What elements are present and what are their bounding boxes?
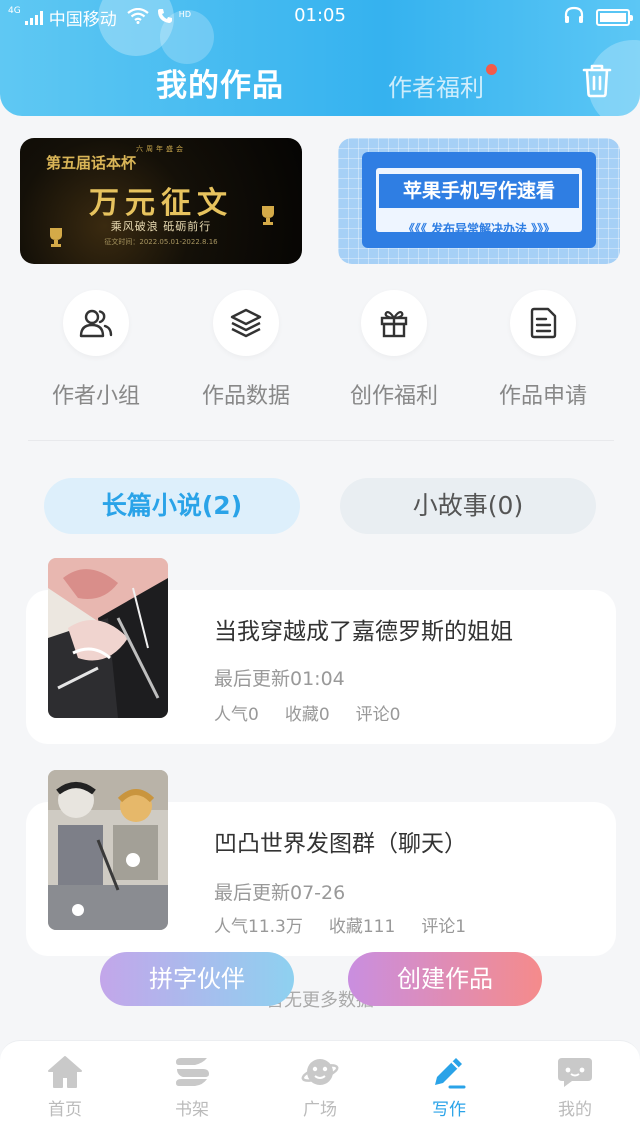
bookshelf-icon	[176, 1058, 209, 1086]
tab-novel[interactable]: 长篇小说(2)	[44, 478, 300, 534]
tab-mine[interactable]: 我的	[525, 1055, 625, 1120]
status-time: 01:05	[294, 5, 346, 26]
work-favorites: 收藏111	[328, 917, 396, 937]
quick-work-data[interactable]: 作品数据	[196, 290, 296, 410]
contest-banner[interactable]: 六周年盛会 第五届话本杯 万元征文 乘风破浪 砥砺前行 征文时间：2022.05…	[20, 138, 302, 264]
quick-label: 创作福利	[349, 384, 438, 409]
quick-label: 作品申请	[498, 384, 587, 409]
header: 4G 中国移动 HD 01:05 我的作品 作者福利	[0, 0, 640, 116]
document-icon	[530, 307, 557, 339]
quick-creation-welfare[interactable]: 创作福利	[344, 290, 444, 410]
banner-heading: 第五届话本杯	[46, 154, 137, 172]
work-stats: 人气0 收藏0 评论0	[214, 700, 426, 725]
home-icon	[48, 1056, 82, 1088]
work-comments: 评论0	[355, 705, 401, 725]
tab-bookshelf[interactable]: 书架	[142, 1055, 242, 1120]
planet-icon	[301, 1059, 339, 1085]
work-cover[interactable]	[48, 770, 168, 930]
battery-icon	[596, 9, 633, 26]
tab-label: 书架	[175, 1100, 209, 1120]
page-title: 我的作品	[156, 68, 284, 104]
pen-icon	[435, 1058, 466, 1089]
quick-author-group[interactable]: 作者小组	[46, 290, 146, 410]
tab-label: 广场	[303, 1100, 337, 1120]
tab-short-story[interactable]: 小故事(0)	[340, 478, 596, 534]
trash-icon[interactable]	[580, 62, 614, 98]
bottom-tab-bar: 首页 书架 广场 写作 我的	[0, 1040, 640, 1138]
status-bar: 4G 中国移动 HD 01:05	[0, 0, 640, 34]
work-updated: 最后更新01:04	[214, 668, 345, 690]
work-cover[interactable]	[48, 558, 168, 718]
work-title: 凹凸世界发图群（聊天）	[214, 831, 467, 857]
work-title: 当我穿越成了嘉德罗斯的姐姐	[214, 619, 513, 645]
people-icon	[79, 309, 113, 338]
divider	[28, 440, 614, 441]
tab-label: 首页	[48, 1100, 82, 1120]
tab-home[interactable]: 首页	[15, 1055, 115, 1120]
gift-icon	[380, 311, 408, 338]
partner-button[interactable]: 拼字伙伴	[100, 952, 294, 1006]
work-stats: 人气11.3万 收藏111 评论1	[214, 912, 492, 937]
quick-label: 作品数据	[201, 384, 290, 409]
tab-author-welfare[interactable]: 作者福利	[388, 68, 484, 103]
trophy-icon	[50, 228, 62, 247]
trophy-icon	[262, 206, 274, 225]
work-updated: 最后更新07-26	[214, 882, 346, 904]
tab-label: 写作	[432, 1100, 466, 1120]
no-more-data: 暂无更多数据	[266, 990, 374, 1011]
guide-banner-title: 苹果手机写作速看	[379, 174, 579, 208]
headset-icon	[564, 6, 584, 29]
tab-label: 我的	[558, 1100, 592, 1120]
work-popularity: 人气11.3万	[214, 917, 303, 937]
notification-dot	[486, 64, 497, 75]
tab-write[interactable]: 写作	[399, 1055, 499, 1120]
work-favorites: 收藏0	[284, 705, 330, 725]
create-work-button[interactable]: 创建作品	[348, 952, 542, 1006]
quick-label: 作者小组	[51, 384, 140, 409]
layers-icon	[230, 308, 262, 338]
work-popularity: 人气0	[214, 705, 259, 725]
cover-illustration	[48, 558, 168, 718]
tab-plaza[interactable]: 广场	[270, 1055, 370, 1120]
quick-work-application[interactable]: 作品申请	[493, 290, 593, 410]
chat-icon	[558, 1058, 592, 1087]
cover-illustration	[48, 770, 168, 930]
work-comments: 评论1	[421, 917, 467, 937]
guide-banner[interactable]: 苹果手机写作速看 《《《 发布异常解决办法 》》》	[338, 138, 620, 264]
guide-banner-subtitle: 《《《 发布异常解决办法 》》》	[402, 222, 556, 236]
